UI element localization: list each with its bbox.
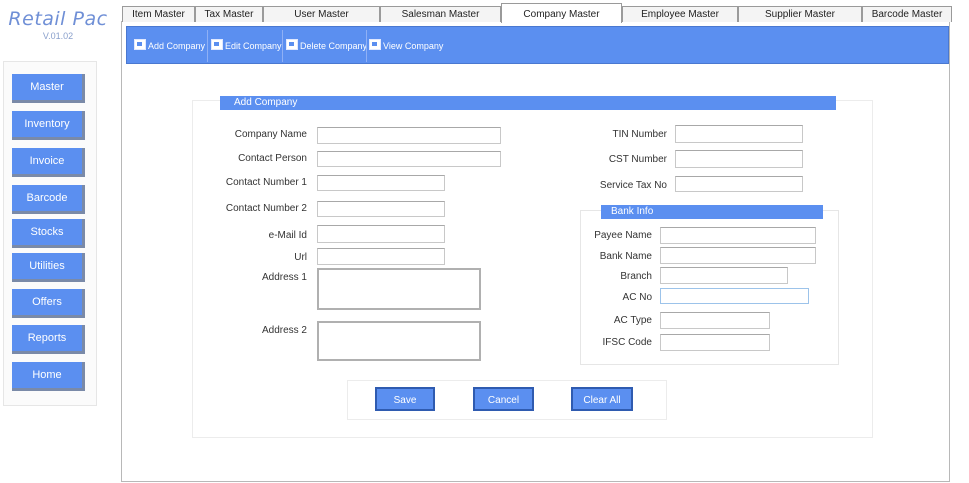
- email-input[interactable]: [317, 225, 445, 243]
- contact-number-1-label: Contact Number 1: [225, 177, 307, 188]
- delete-company-button[interactable]: Delete Company: [286, 38, 367, 54]
- toolbar-divider: [366, 30, 367, 62]
- add-company-label: Add Company: [148, 41, 206, 51]
- ac-no-input[interactable]: [660, 288, 809, 304]
- view-company-label: View Company: [383, 41, 444, 51]
- ifsc-code-label: IFSC Code: [602, 337, 652, 348]
- clear-all-button[interactable]: Clear All: [571, 387, 633, 411]
- ac-type-input[interactable]: [660, 312, 770, 329]
- delete-company-label: Delete Company: [300, 41, 368, 51]
- app-title: Retail Pac: [8, 8, 108, 30]
- service-tax-label: Service Tax No: [599, 180, 667, 191]
- tab-salesman-master[interactable]: Salesman Master: [380, 6, 501, 22]
- tab-barcode-master[interactable]: Barcode Master: [862, 6, 952, 22]
- contact-number-2-input[interactable]: [317, 201, 445, 217]
- nav-master-button[interactable]: Master: [12, 74, 85, 103]
- company-toolbar: Add Company Edit Company Delete Company …: [126, 26, 949, 64]
- service-tax-input[interactable]: [675, 176, 803, 192]
- tab-supplier-master[interactable]: Supplier Master: [738, 6, 862, 22]
- ac-no-label: AC No: [622, 292, 652, 303]
- contact-number-2-label: Contact Number 2: [225, 203, 307, 214]
- nav-stocks-button[interactable]: Stocks: [12, 219, 85, 248]
- nav-offers-button[interactable]: Offers: [12, 289, 85, 318]
- app-brand: Retail Pac V.01.02: [4, 8, 112, 41]
- toolbar-divider: [207, 30, 208, 62]
- bank-name-input[interactable]: [660, 247, 816, 264]
- tab-tax-master[interactable]: Tax Master: [195, 6, 263, 22]
- add-company-header: Add Company: [220, 96, 836, 110]
- tab-company-master[interactable]: Company Master: [501, 3, 622, 23]
- branch-label: Branch: [620, 271, 652, 282]
- company-name-label: Company Name: [234, 129, 307, 140]
- view-icon: [369, 39, 381, 50]
- edit-company-label: Edit Company: [225, 41, 282, 51]
- address-2-textarea[interactable]: [317, 321, 481, 361]
- cst-number-input[interactable]: [675, 150, 803, 168]
- nav-utilities-button[interactable]: Utilities: [12, 253, 85, 282]
- bank-info-header: Bank Info: [601, 205, 823, 219]
- delete-icon: [286, 39, 298, 50]
- email-label: e-Mail Id: [268, 230, 307, 241]
- nav-home-button[interactable]: Home: [12, 362, 85, 391]
- tab-item-master[interactable]: Item Master: [122, 6, 195, 22]
- cst-number-label: CST Number: [608, 154, 667, 165]
- side-navigation: Master Inventory Invoice Barcode Stocks …: [3, 61, 97, 406]
- branch-input[interactable]: [660, 267, 788, 284]
- company-name-input[interactable]: [317, 127, 501, 144]
- tab-employee-master[interactable]: Employee Master: [622, 6, 738, 22]
- url-label: Url: [294, 252, 307, 263]
- ac-type-label: AC Type: [613, 315, 652, 326]
- nav-barcode-button[interactable]: Barcode: [12, 185, 85, 214]
- contact-person-input[interactable]: [317, 151, 501, 167]
- master-tabs: Item Master Tax Master User Master Sales…: [122, 3, 952, 23]
- url-input[interactable]: [317, 248, 445, 265]
- nav-inventory-button[interactable]: Inventory: [12, 111, 85, 140]
- add-icon: [134, 39, 146, 50]
- nav-invoice-button[interactable]: Invoice: [12, 148, 85, 177]
- save-button[interactable]: Save: [375, 387, 435, 411]
- address-1-textarea[interactable]: [317, 268, 481, 310]
- tin-number-label: TIN Number: [612, 129, 667, 140]
- cancel-button[interactable]: Cancel: [473, 387, 534, 411]
- bank-name-label: Bank Name: [599, 251, 652, 262]
- add-company-button[interactable]: Add Company: [134, 38, 205, 54]
- payee-name-label: Payee Name: [594, 230, 652, 241]
- toolbar-divider: [282, 30, 283, 62]
- payee-name-input[interactable]: [660, 227, 816, 244]
- edit-company-button[interactable]: Edit Company: [211, 38, 282, 54]
- contact-number-1-input[interactable]: [317, 175, 445, 191]
- nav-reports-button[interactable]: Reports: [12, 325, 85, 354]
- ifsc-code-input[interactable]: [660, 334, 770, 351]
- edit-icon: [211, 39, 223, 50]
- view-company-button[interactable]: View Company: [369, 38, 443, 54]
- tin-number-input[interactable]: [675, 125, 803, 143]
- address-1-label: Address 1: [261, 272, 307, 283]
- app-version: V.01.02: [42, 31, 74, 41]
- tab-user-master[interactable]: User Master: [263, 6, 380, 22]
- contact-person-label: Contact Person: [238, 153, 307, 164]
- address-2-label: Address 2: [261, 325, 307, 336]
